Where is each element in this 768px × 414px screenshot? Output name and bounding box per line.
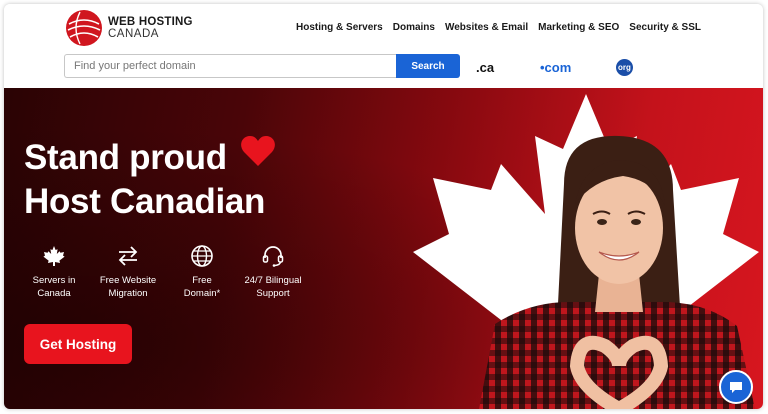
headline-line1: Stand proud	[24, 138, 227, 177]
globe-logo-icon	[66, 10, 102, 46]
domain-search-input[interactable]	[64, 54, 396, 78]
feature-label-line1: Free	[192, 275, 212, 286]
get-hosting-button[interactable]: Get Hosting	[24, 324, 132, 364]
feature-servers-canada: Servers in Canada	[20, 244, 88, 300]
headset-icon	[239, 244, 307, 268]
site-header: WEB HOSTING CANADA Hosting & Servers Dom…	[4, 4, 763, 88]
nav-hosting-servers[interactable]: Hosting & Servers	[296, 22, 383, 33]
feature-label-line1: 24/7 Bilingual	[244, 275, 302, 286]
brand-logo[interactable]: WEB HOSTING CANADA	[66, 10, 193, 46]
feature-free-migration: Free Website Migration	[91, 244, 165, 300]
hero-headline: Stand proud Host Canadian	[24, 134, 276, 224]
headline-line2: Host Canadian	[24, 182, 266, 221]
chat-bubble-icon[interactable]	[719, 370, 753, 404]
feature-bilingual-support: 24/7 Bilingual Support	[239, 244, 307, 300]
feature-free-domain: Free Domain*	[168, 244, 236, 300]
tld-com[interactable]: •com	[540, 60, 571, 75]
feature-label-line2: Support	[256, 288, 290, 299]
nav-security-ssl[interactable]: Security & SSL	[629, 22, 701, 33]
tld-org[interactable]: org	[616, 59, 633, 76]
hero-banner: Stand proud Host Canadian Servers in Can…	[4, 88, 763, 409]
maple-leaf-icon	[20, 244, 88, 268]
feature-label-line2: Domain*	[183, 288, 221, 299]
nav-marketing-seo[interactable]: Marketing & SEO	[538, 22, 619, 33]
transfer-arrows-icon	[91, 244, 165, 268]
tld-ca[interactable]: .ca	[476, 60, 494, 75]
feature-label-line2: Canada	[37, 288, 71, 299]
page-frame: WEB HOSTING CANADA Hosting & Servers Dom…	[4, 4, 763, 409]
globe-icon	[168, 244, 236, 268]
feature-label-line1: Servers in	[32, 275, 76, 286]
hero-photo-woman	[479, 135, 755, 409]
domain-search: Search	[64, 54, 460, 78]
search-button[interactable]: Search	[396, 54, 460, 78]
nav-websites-email[interactable]: Websites & Email	[445, 22, 528, 33]
brand-name-line2: CANADA	[108, 28, 159, 40]
main-nav: Hosting & Servers Domains Websites & Ema…	[296, 22, 701, 33]
nav-domains[interactable]: Domains	[393, 22, 435, 33]
heart-icon	[240, 134, 276, 178]
feature-label-line2: Migration	[108, 288, 148, 299]
brand-name-line1: WEB HOSTING	[108, 16, 193, 28]
feature-list: Servers in Canada Free Website Migration…	[20, 244, 310, 300]
feature-label-line1: Free Website	[99, 275, 157, 286]
